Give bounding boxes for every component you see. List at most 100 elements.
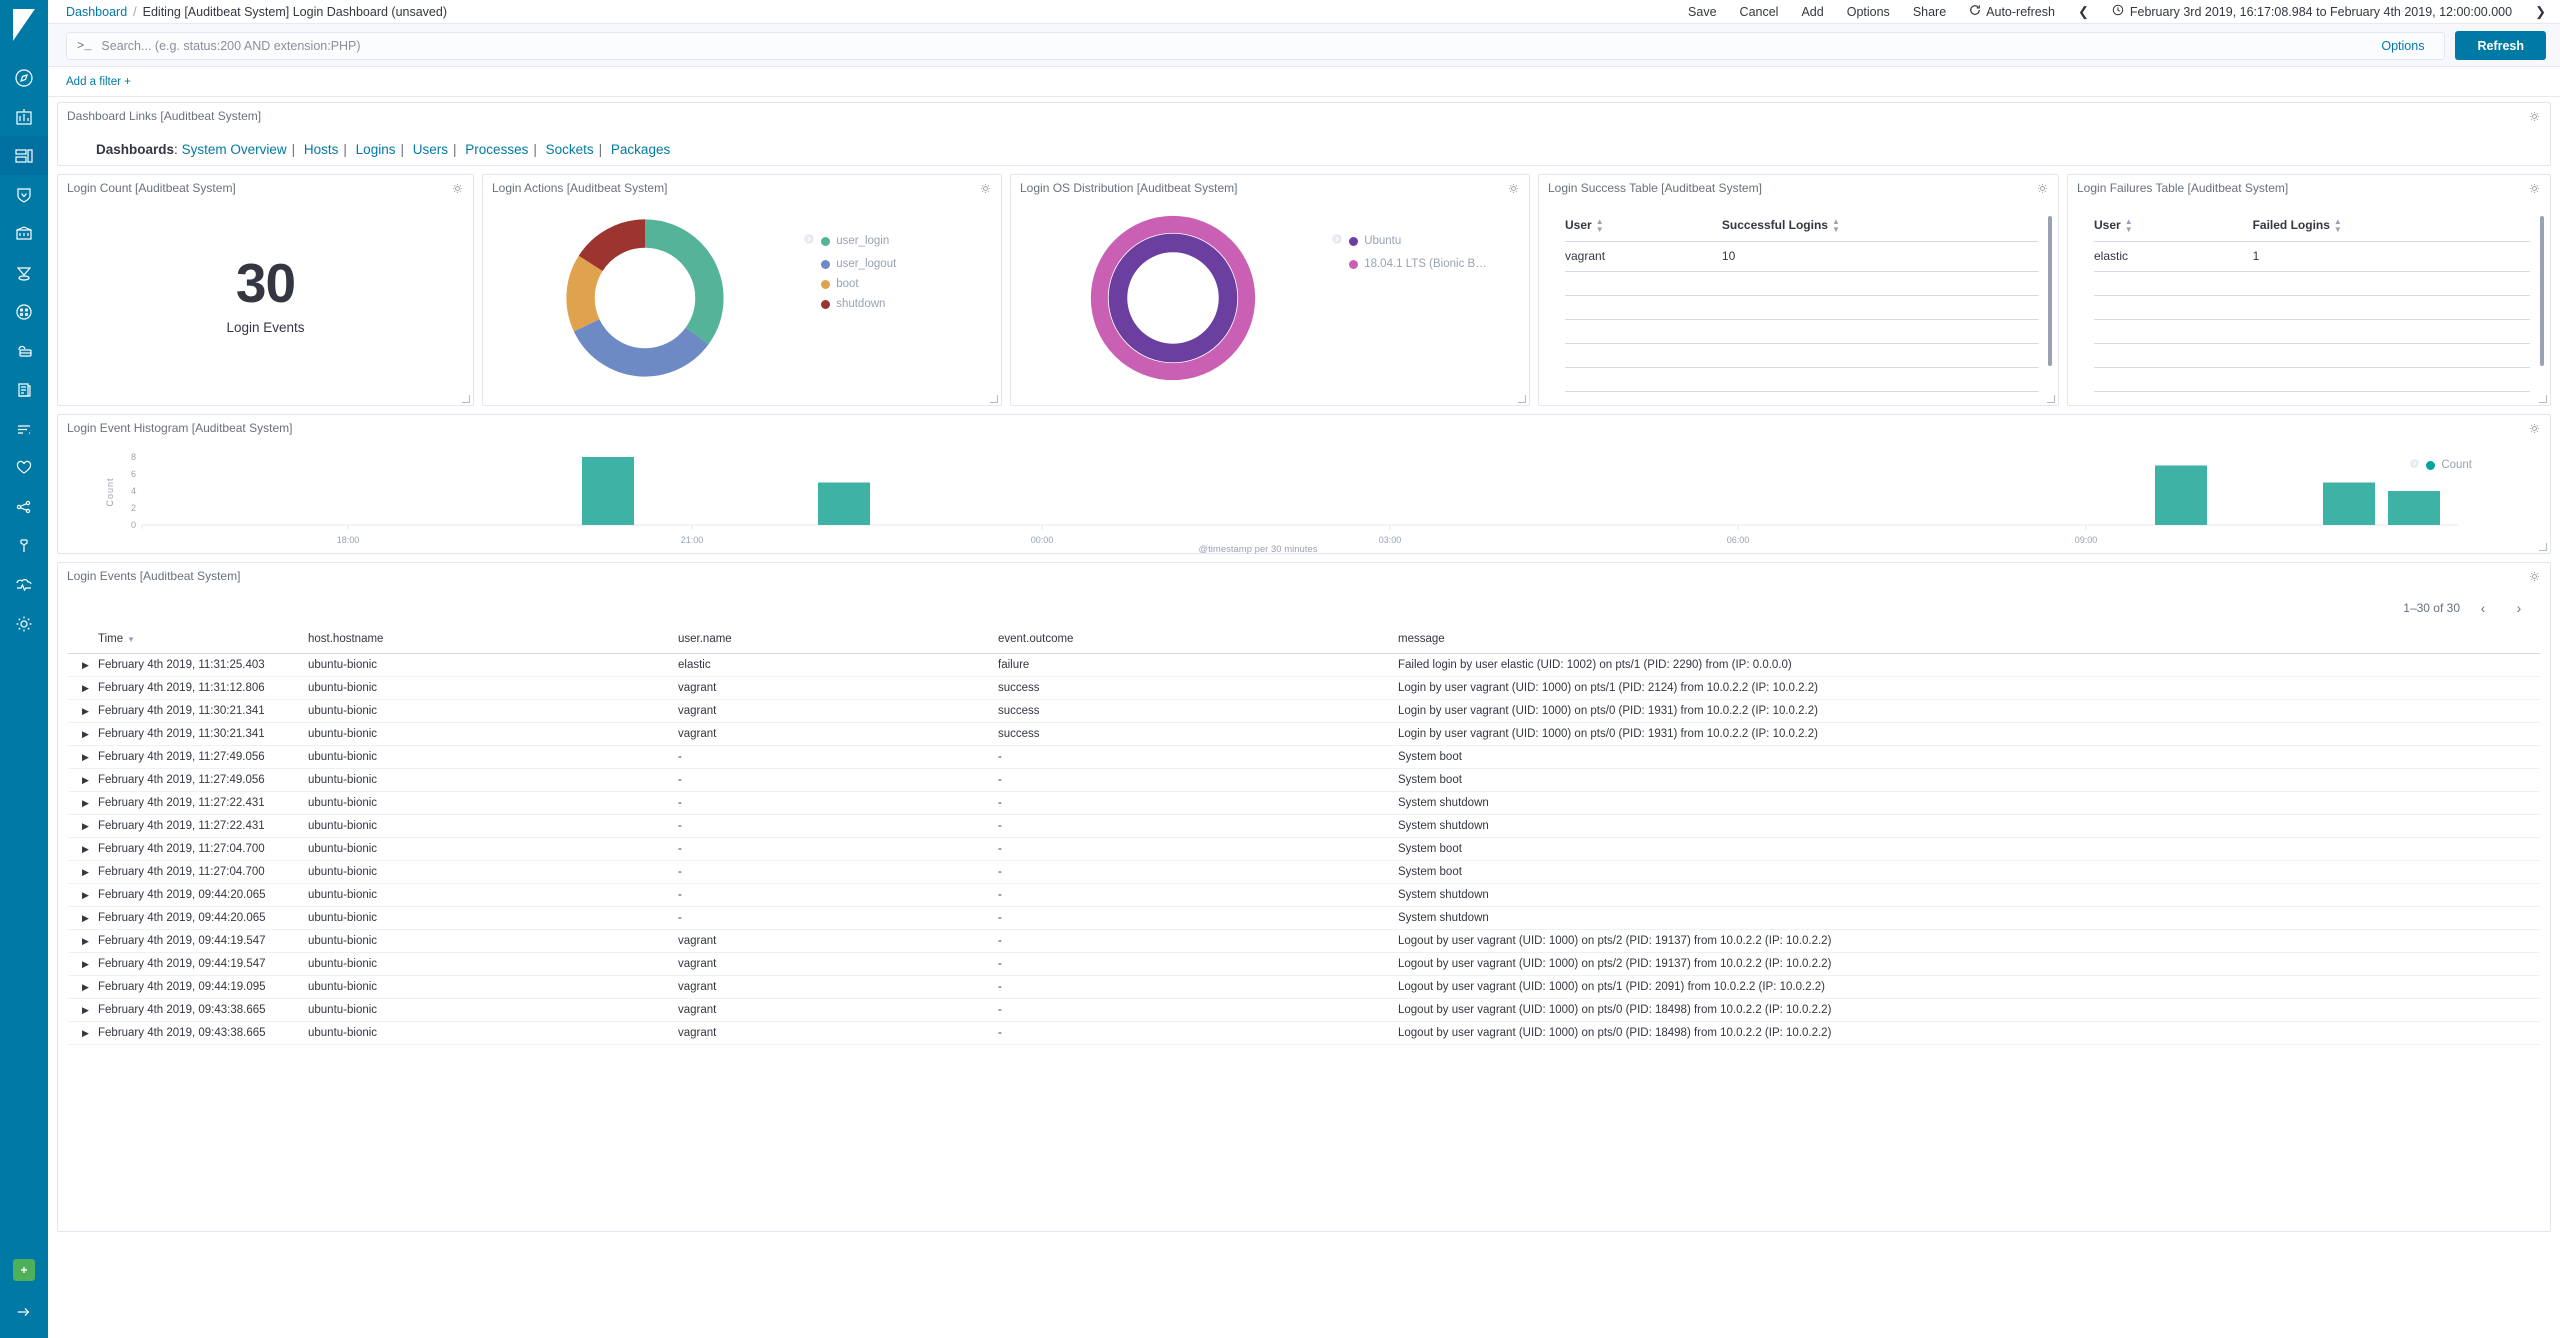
time-prev-button[interactable]: ❮ [2078, 4, 2089, 20]
sidebar-item-canvas[interactable] [0, 214, 48, 253]
sort-desc-icon[interactable]: ▼ [127, 635, 135, 644]
panel-resize-handle[interactable] [2047, 395, 2055, 403]
legend-item-user-logout[interactable]: user_logout [803, 258, 997, 270]
expand-row-toggle[interactable]: ▶ [68, 884, 98, 907]
table-row[interactable]: ▶February 4th 2019, 09:44:19.547ubuntu-b… [68, 953, 2540, 976]
table-scrollbar[interactable] [2048, 216, 2052, 366]
cancel-button[interactable]: Cancel [1740, 5, 1779, 19]
table-row[interactable]: ▶February 4th 2019, 09:44:20.065ubuntu-b… [68, 907, 2540, 930]
legend-item-user-login[interactable]: user_login [821, 235, 889, 247]
expand-row-toggle[interactable]: ▶ [68, 746, 98, 769]
table-row[interactable]: ▶February 4th 2019, 09:43:38.665ubuntu-b… [68, 1022, 2540, 1045]
panel-menu-gear-icon[interactable] [1507, 182, 1520, 200]
table-row[interactable]: ▶February 4th 2019, 09:43:38.665ubuntu-b… [68, 999, 2540, 1022]
table-row[interactable]: ▶February 4th 2019, 09:44:19.547ubuntu-b… [68, 930, 2540, 953]
refresh-button[interactable]: Refresh [2455, 31, 2546, 60]
column-header-user[interactable]: User▲▼ [1565, 214, 1646, 242]
sidebar-item-siem[interactable] [0, 175, 48, 214]
table-row[interactable]: ▶February 4th 2019, 11:27:22.431ubuntu-b… [68, 792, 2540, 815]
sidebar-item-logs[interactable] [0, 370, 48, 409]
histogram-visualization[interactable]: 8 6 4 2 0 Count [58, 440, 2550, 553]
sidebar-item-maps[interactable] [0, 253, 48, 292]
link-packages[interactable]: Packages [611, 142, 670, 157]
sidebar-item-dashboard[interactable] [0, 136, 48, 175]
link-system-overview[interactable]: System Overview [182, 142, 287, 157]
column-header-failed-logins[interactable]: Failed Logins▲▼ [2177, 214, 2530, 242]
expand-row-toggle[interactable]: ▶ [68, 861, 98, 884]
link-sockets[interactable]: Sockets [546, 142, 594, 157]
table-row[interactable]: ▶February 4th 2019, 11:30:21.341ubuntu-b… [68, 723, 2540, 746]
panel-resize-handle[interactable] [990, 395, 998, 403]
legend-expand-icon[interactable] [803, 232, 815, 250]
expand-row-toggle[interactable]: ▶ [68, 769, 98, 792]
expand-row-toggle[interactable]: ▶ [68, 953, 98, 976]
sidebar-item-machine-learning[interactable] [0, 292, 48, 331]
column-header-time[interactable]: Time▼ [98, 627, 308, 654]
table-row[interactable]: ▶February 4th 2019, 11:31:25.403ubuntu-b… [68, 654, 2540, 677]
space-avatar[interactable] [13, 1259, 35, 1281]
sidebar-item-discover[interactable] [0, 58, 48, 97]
link-logins[interactable]: Logins [356, 142, 396, 157]
legend-item-shutdown[interactable]: shutdown [803, 298, 997, 310]
collapse-icon[interactable] [15, 1303, 33, 1326]
panel-menu-gear-icon[interactable] [2528, 182, 2541, 200]
search-box[interactable]: >_ Options [66, 32, 2445, 60]
sidebar-item-uptime[interactable] [0, 448, 48, 487]
options-button[interactable]: Options [1847, 5, 1890, 19]
query-options-button[interactable]: Options [2371, 39, 2434, 53]
sidebar-item-management[interactable] [0, 604, 48, 643]
link-users[interactable]: Users [413, 142, 448, 157]
expand-row-toggle[interactable]: ▶ [68, 815, 98, 838]
expand-row-toggle[interactable]: ▶ [68, 1022, 98, 1045]
column-header-event-outcome[interactable]: event.outcome [998, 627, 1398, 654]
table-row[interactable]: ▶February 4th 2019, 11:27:49.056ubuntu-b… [68, 746, 2540, 769]
panel-menu-gear-icon[interactable] [2036, 182, 2049, 200]
auto-refresh-button[interactable]: Auto-refresh [1969, 4, 2055, 19]
link-hosts[interactable]: Hosts [304, 142, 339, 157]
panel-menu-gear-icon[interactable] [979, 182, 992, 200]
panel-resize-handle[interactable] [462, 395, 470, 403]
column-header-host-hostname[interactable]: host.hostname [308, 627, 678, 654]
panel-menu-gear-icon[interactable] [2528, 110, 2541, 128]
sort-icon[interactable]: ▲▼ [1832, 218, 1840, 234]
sidebar-item-graph[interactable] [0, 487, 48, 526]
pagination-prev-button[interactable]: ‹ [2470, 597, 2496, 619]
expand-row-toggle[interactable]: ▶ [68, 677, 98, 700]
column-header-message[interactable]: message [1398, 627, 2540, 654]
table-row[interactable]: ▶February 4th 2019, 11:27:49.056ubuntu-b… [68, 769, 2540, 792]
table-row[interactable]: elastic 1 [2094, 242, 2530, 272]
expand-row-toggle[interactable]: ▶ [68, 700, 98, 723]
panel-resize-handle[interactable] [2539, 543, 2547, 551]
panel-menu-gear-icon[interactable] [2528, 570, 2541, 588]
panel-menu-gear-icon[interactable] [451, 182, 464, 200]
table-row[interactable]: ▶February 4th 2019, 11:31:12.806ubuntu-b… [68, 677, 2540, 700]
expand-row-toggle[interactable]: ▶ [68, 907, 98, 930]
share-button[interactable]: Share [1913, 5, 1946, 19]
column-header-successful-logins[interactable]: Successful Logins▲▼ [1646, 214, 2038, 242]
legend-expand-icon[interactable] [1331, 232, 1343, 250]
add-filter-button[interactable]: Add a filter + [66, 76, 131, 88]
donut-chart[interactable] [487, 213, 803, 383]
legend-item-count[interactable]: Count [2426, 459, 2472, 471]
expand-row-toggle[interactable]: ▶ [68, 999, 98, 1022]
expand-row-toggle[interactable]: ▶ [68, 723, 98, 746]
save-button[interactable]: Save [1688, 5, 1717, 19]
expand-row-toggle[interactable]: ▶ [68, 654, 98, 677]
donut-chart[interactable] [1015, 213, 1331, 383]
sidebar-item-monitoring[interactable] [0, 565, 48, 604]
table-row[interactable]: ▶February 4th 2019, 11:27:22.431ubuntu-b… [68, 815, 2540, 838]
sort-icon[interactable]: ▲▼ [1596, 218, 1604, 234]
pagination-next-button[interactable]: › [2506, 597, 2532, 619]
table-row[interactable]: vagrant 10 [1565, 242, 2038, 272]
legend-expand-icon[interactable] [2409, 456, 2420, 474]
expand-row-toggle[interactable]: ▶ [68, 930, 98, 953]
sort-icon[interactable]: ▲▼ [2334, 218, 2342, 234]
expand-row-toggle[interactable]: ▶ [68, 976, 98, 999]
time-next-button[interactable]: ❯ [2535, 4, 2546, 20]
link-processes[interactable]: Processes [465, 142, 528, 157]
add-button[interactable]: Add [1801, 5, 1823, 19]
search-input[interactable] [99, 38, 2363, 54]
legend-item-bionic[interactable]: 18.04.1 LTS (Bionic B… [1331, 258, 1525, 270]
time-range-picker[interactable]: February 3rd 2019, 16:17:08.984 to Febru… [2112, 4, 2512, 19]
sidebar-item-apm[interactable] [0, 409, 48, 448]
